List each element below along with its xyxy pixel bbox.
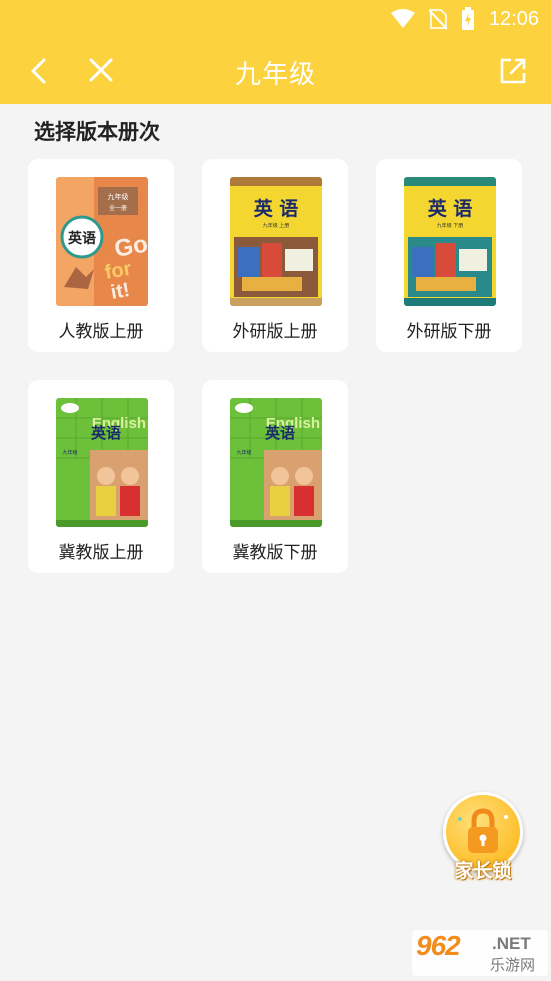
book-card-jijiao-lower[interactable]: English 英语 九年级 冀教版下册: [202, 380, 348, 573]
book-card-jijiao-upper[interactable]: English 英语 九年级 冀教版上册: [28, 380, 174, 573]
battery-charging-icon: [461, 7, 474, 30]
book-label: 外研版下册: [406, 322, 492, 342]
cover-grade: 九年级: [62, 449, 77, 456]
book-card-renjiao-upper[interactable]: 九年级 全一册 Go for it! 英语 人教版上册: [28, 159, 174, 352]
parent-lock-button[interactable]: 家长锁: [440, 792, 526, 888]
cover-title: 英语: [265, 424, 295, 442]
cover-grade: 九年级: [108, 192, 129, 201]
cover-grade: 九年级: [236, 449, 251, 456]
section-title: 选择版本册次: [34, 120, 160, 144]
book-cover: English 英语 九年级: [56, 398, 148, 527]
status-time: 12:06: [488, 7, 539, 30]
watermark-number: 962: [416, 930, 461, 961]
book-label: 冀教版下册: [232, 543, 318, 563]
book-label: 人教版上册: [58, 322, 144, 342]
svg-text:Go: Go: [112, 231, 148, 263]
cover-grade: 九年级 下册: [437, 222, 464, 229]
status-bar: 12:06: [390, 6, 539, 32]
book-cover: 九年级 全一册 Go for it! 英语: [56, 177, 148, 306]
cover-title: 英语: [67, 230, 96, 247]
book-card-waiyan-upper[interactable]: 英 语 九年级 上册 外研版上册: [202, 159, 348, 352]
parent-lock-label: 家长锁: [454, 860, 512, 882]
cover-grade: 九年级 上册: [263, 222, 290, 229]
book-card-waiyan-lower[interactable]: 英 语 九年级 下册 外研版下册: [376, 159, 522, 352]
cover-title: 英语: [91, 424, 121, 442]
app-header: 12:06 九年级: [0, 0, 551, 104]
watermark-site-name: 乐游网: [490, 956, 536, 974]
site-watermark: 962 .NET 乐游网: [412, 930, 548, 976]
cover-title: 英 语: [428, 197, 473, 220]
book-cover: 英 语 九年级 下册: [404, 177, 496, 306]
watermark-net: .NET: [492, 934, 531, 953]
book-label: 外研版上册: [232, 322, 318, 342]
wifi-icon: [390, 9, 415, 28]
book-cover: English 英语 九年级: [230, 398, 322, 527]
share-icon[interactable]: [497, 55, 529, 87]
cover-volume: 全一册: [109, 204, 127, 212]
no-sim-icon: [428, 9, 447, 30]
page-title: 九年级: [234, 60, 316, 90]
book-label: 冀教版上册: [58, 543, 144, 563]
book-cover: 英 语 九年级 上册: [230, 177, 322, 306]
cover-title: 英 语: [254, 197, 299, 220]
svg-text:it!: it!: [109, 279, 131, 304]
